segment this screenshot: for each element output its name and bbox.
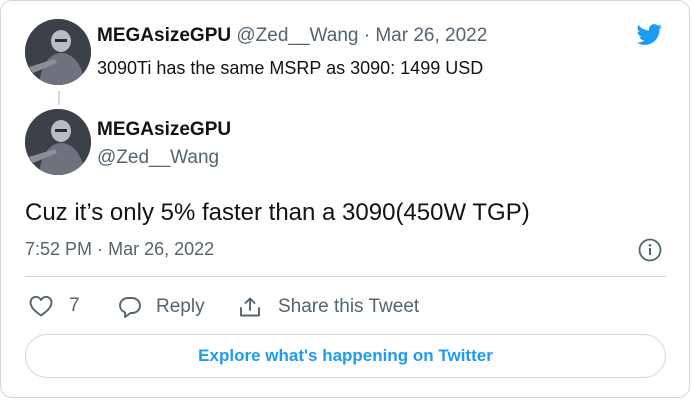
embedded-tweet-card: MEGAsizeGPU @Zed__Wang · Mar 26, 2022 30… <box>0 0 690 398</box>
info-icon[interactable] <box>638 238 662 267</box>
author-display-name[interactable]: MEGAsizeGPU <box>97 119 231 141</box>
author-handle[interactable]: @Zed__Wang <box>97 147 219 169</box>
twitter-bird-icon[interactable] <box>633 21 665 53</box>
like-button[interactable]: 7 <box>29 295 80 317</box>
quoted-tweet-text: 3090Ti has the same MSRP as 3090: 1499 U… <box>97 58 484 78</box>
divider <box>25 276 666 277</box>
quoted-handle[interactable]: @Zed__Wang <box>236 25 358 46</box>
like-count: 7 <box>69 295 80 316</box>
heart-icon <box>29 295 53 317</box>
tweet-time: 7:52 PM <box>25 239 93 259</box>
tweet-timestamp[interactable]: 7:52 PM · Mar 26, 2022 <box>25 239 214 260</box>
quoted-display-name[interactable]: MEGAsizeGPU <box>97 25 231 46</box>
reply-label: Reply <box>156 296 205 317</box>
quoted-separator: · <box>363 25 371 46</box>
share-label: Share this Tweet <box>278 296 420 317</box>
quoted-date[interactable]: Mar 26, 2022 <box>375 25 487 46</box>
tweet-text: Cuz it’s only 5% faster than a 3090(450W… <box>25 199 530 226</box>
reply-button[interactable]: Reply <box>118 295 205 319</box>
reply-bubble-icon <box>118 295 142 319</box>
avatar-image <box>25 19 91 85</box>
share-button[interactable]: Share this Tweet <box>238 295 419 319</box>
quoted-tweet-header: MEGAsizeGPU @Zed__Wang · Mar 26, 2022 <box>97 25 487 47</box>
timestamp-separator: · <box>97 239 104 259</box>
tweet-date: Mar 26, 2022 <box>108 239 215 259</box>
avatar[interactable] <box>25 19 91 85</box>
share-icon <box>238 295 262 319</box>
explore-twitter-button[interactable]: Explore what's happening on Twitter <box>25 334 666 378</box>
thread-connector-line <box>58 91 60 105</box>
avatar[interactable] <box>25 109 91 175</box>
avatar-image <box>25 109 91 175</box>
explore-label: Explore what's happening on Twitter <box>198 346 493 365</box>
